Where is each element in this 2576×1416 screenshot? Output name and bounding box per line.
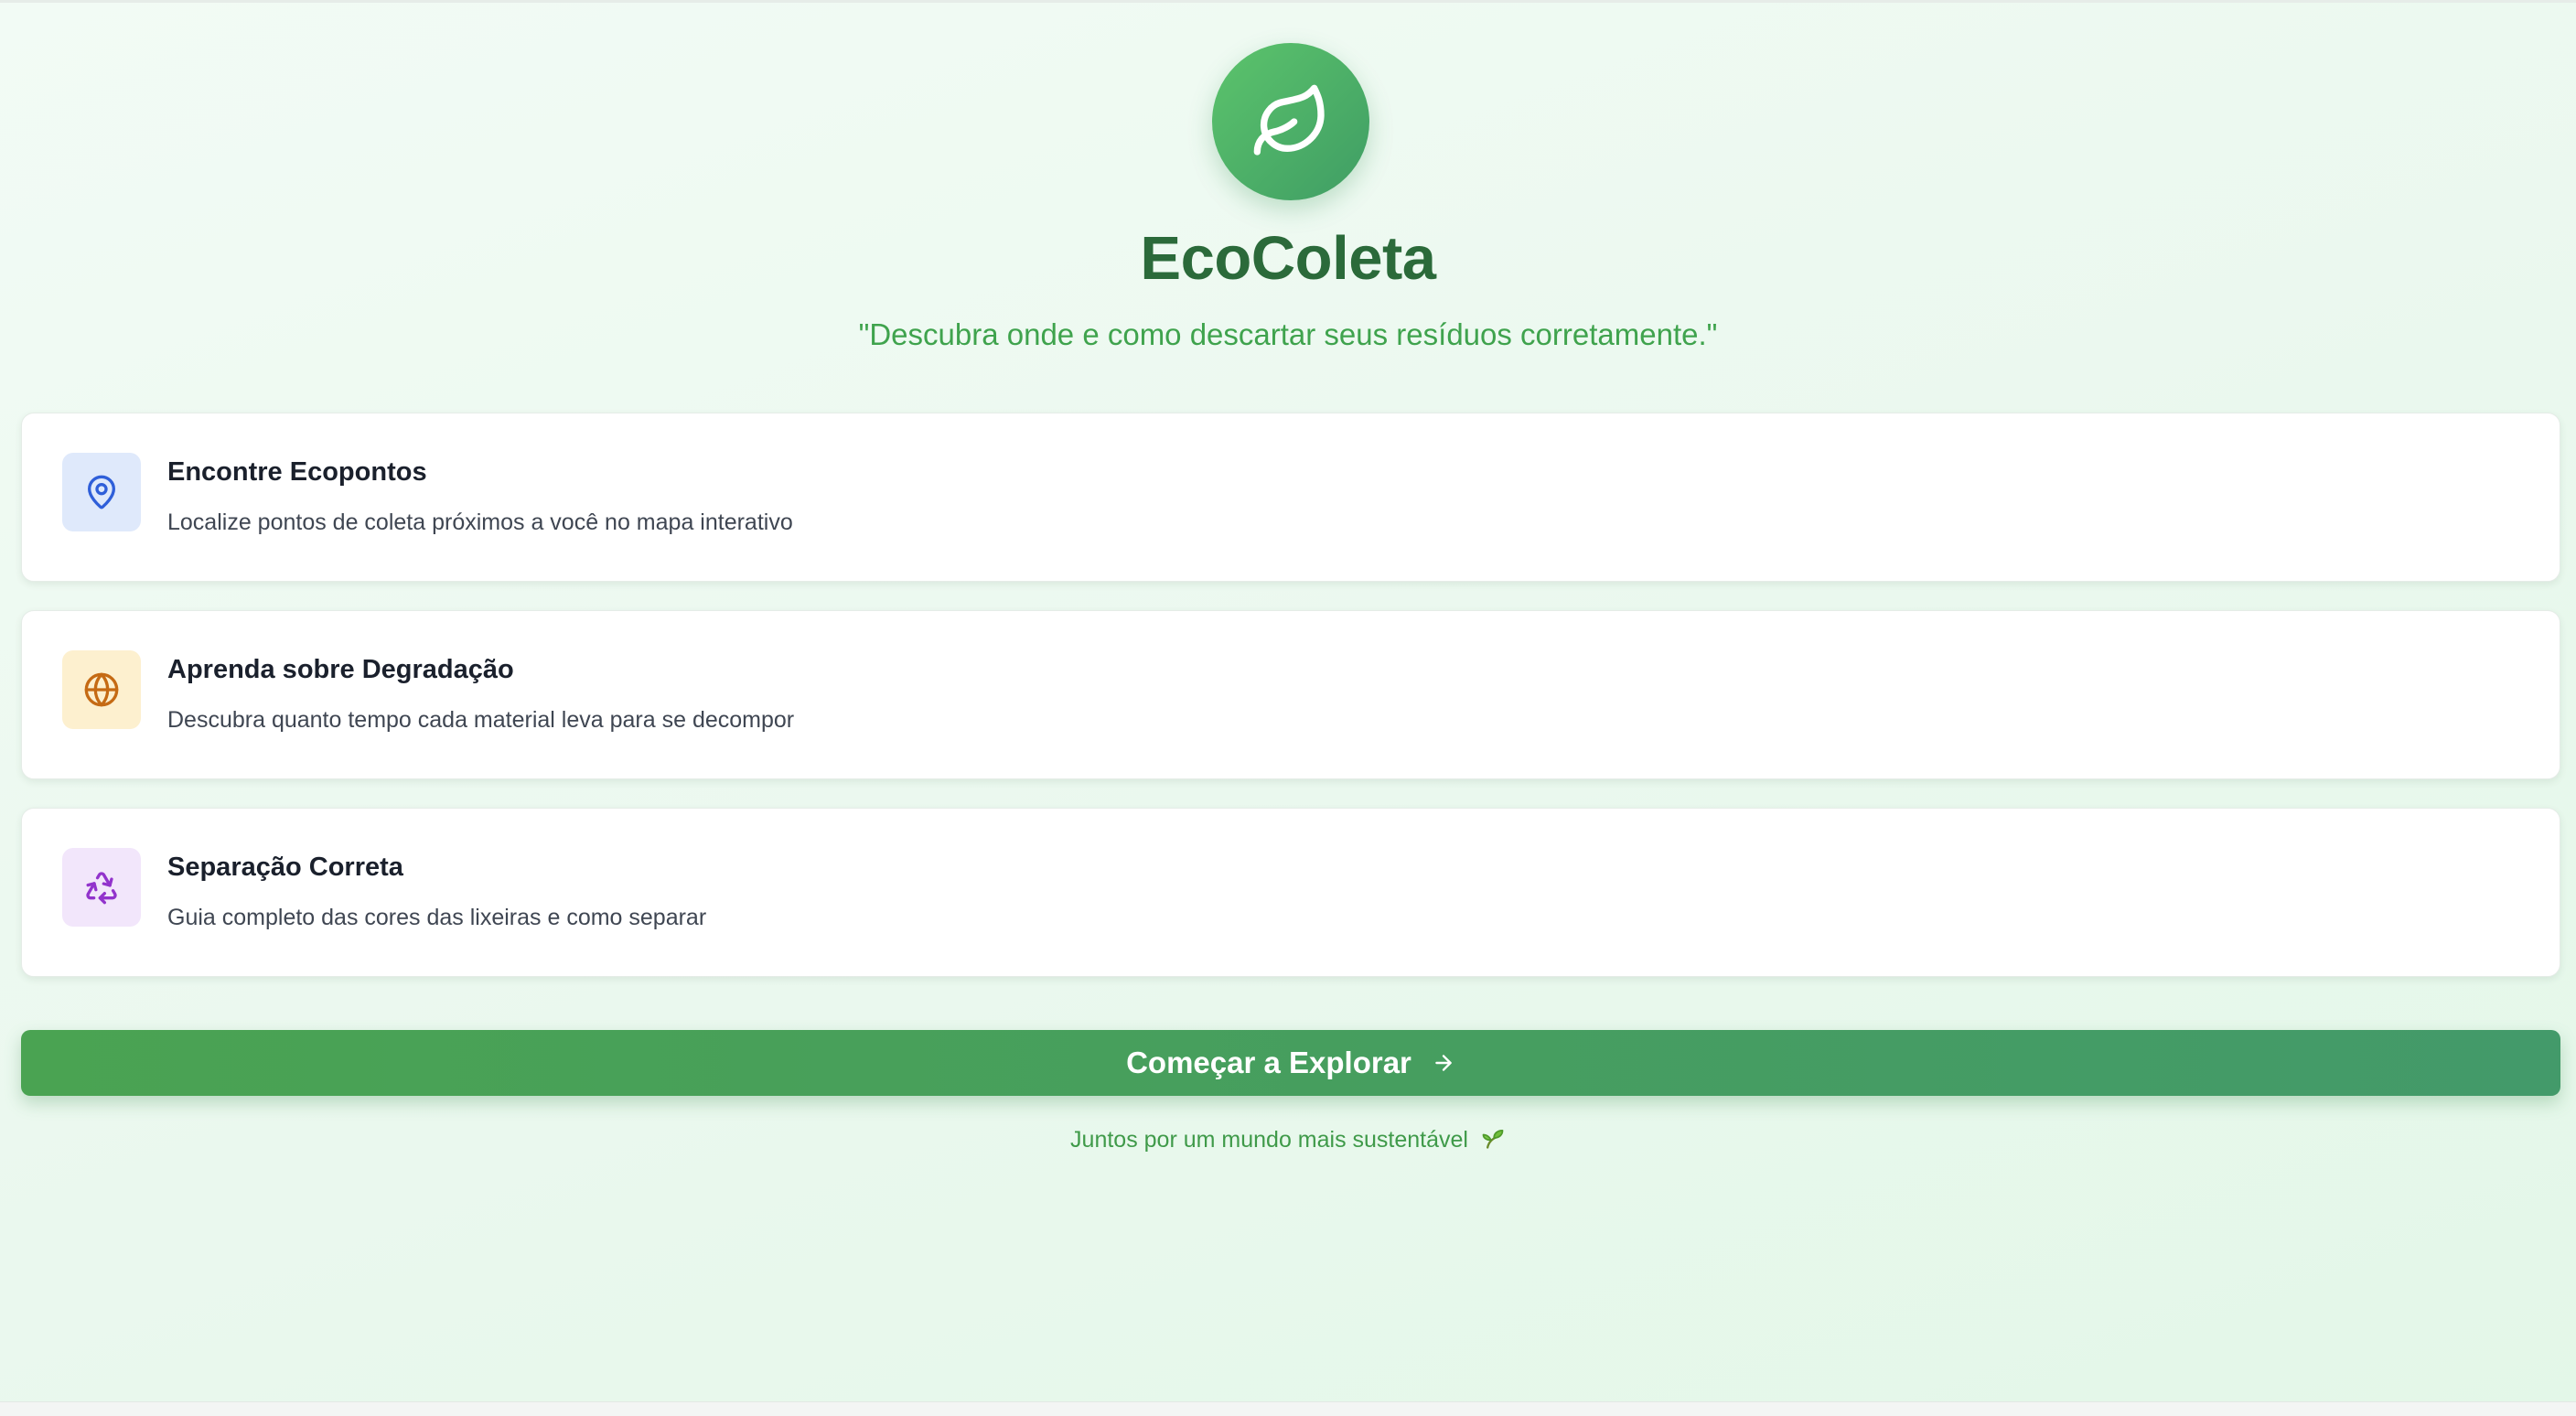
feature-description: Guia completo das cores das lixeiras e c… — [167, 905, 707, 930]
feature-card-ecopontos[interactable]: Encontre Ecopontos Localize pontos de co… — [21, 413, 2560, 582]
arrow-right-icon — [1435, 1055, 1452, 1071]
feature-card-degradacao[interactable]: Aprenda sobre Degradação Descubra quanto… — [21, 610, 2560, 779]
sprout-icon — [1480, 1125, 1506, 1157]
feature-title: Encontre Ecopontos — [167, 457, 427, 487]
window-bottom-edge — [0, 1401, 2576, 1416]
feature-title: Separação Correta — [167, 853, 403, 882]
feature-description: Localize pontos de coleta próximos a voc… — [167, 510, 793, 535]
start-exploring-button[interactable]: Começar a Explorar — [21, 1030, 2560, 1096]
app-title: EcoColeta — [1140, 224, 1436, 293]
window-top-edge — [0, 0, 2576, 3]
globe-icon — [84, 672, 119, 707]
app-tagline: "Descubra onde e como descartar seus res… — [858, 317, 1718, 351]
footer-note: Juntos por um mundo mais sustentável — [0, 1125, 2576, 1157]
recycle-icon — [86, 872, 117, 905]
feature-title: Aprenda sobre Degradação — [167, 655, 514, 684]
feature-icon-box — [62, 848, 141, 927]
map-pin-icon — [88, 475, 116, 510]
feature-icon-box — [62, 453, 141, 531]
feature-icon-box — [62, 650, 141, 729]
leaf-icon — [1253, 84, 1325, 156]
footer-note-text: Juntos por um mundo mais sustentável — [1070, 1127, 1468, 1153]
start-exploring-label: Começar a Explorar — [1126, 1046, 1411, 1079]
app-logo — [1212, 43, 1369, 200]
feature-card-separacao[interactable]: Separação Correta Guia completo das core… — [21, 808, 2560, 977]
feature-description: Descubra quanto tempo cada material leva… — [167, 707, 795, 733]
